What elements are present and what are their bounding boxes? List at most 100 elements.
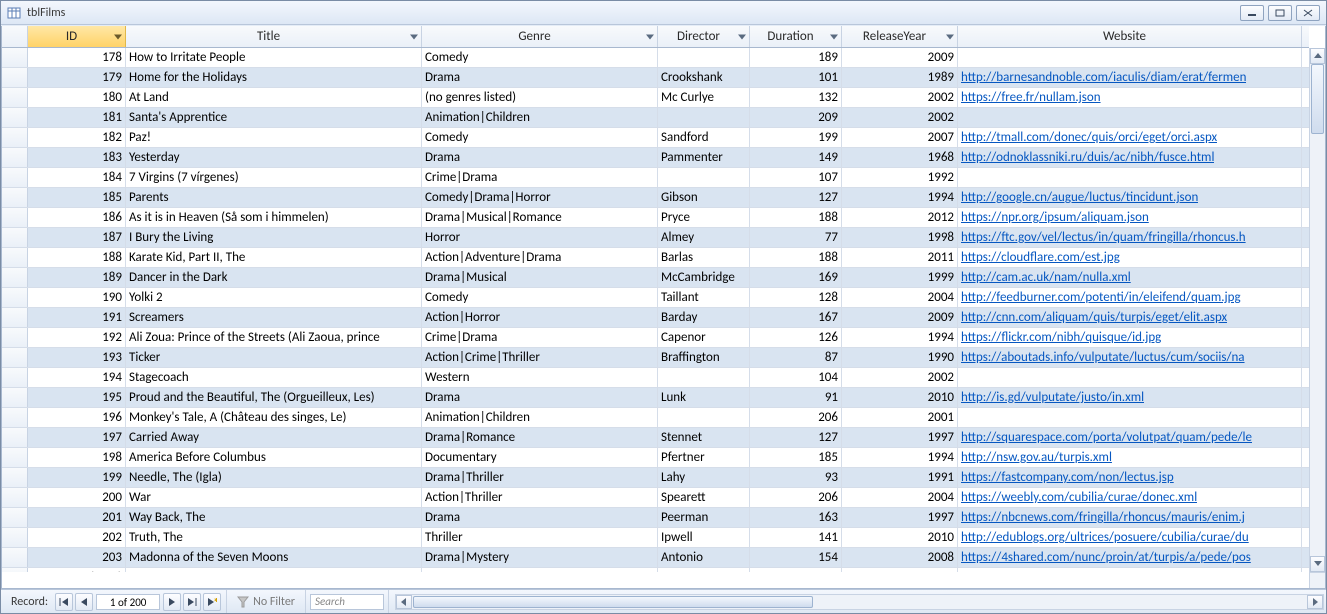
cell-director[interactable]: Spearett xyxy=(658,488,750,507)
cell-duration[interactable]: 167 xyxy=(750,308,842,327)
filter-toggle[interactable]: No Filter xyxy=(231,595,301,609)
website-link[interactable]: https://weebly.com/cubilia/curae/donec.x… xyxy=(961,490,1197,505)
cell-duration[interactable]: 188 xyxy=(750,208,842,227)
cell-director[interactable]: Barday xyxy=(658,308,750,327)
cell-director[interactable]: Capenor xyxy=(658,328,750,347)
website-link[interactable]: http://tmall.com/donec/quis/orci/eget/or… xyxy=(961,130,1217,145)
cell-website[interactable]: http://google.cn/augue/luctus/tincidunt.… xyxy=(958,188,1302,207)
column-header-releaseyear[interactable]: ReleaseYear xyxy=(842,26,958,47)
website-link[interactable]: http://cam.ac.uk/nam/nulla.xml xyxy=(961,270,1131,285)
cell-website[interactable]: https://fastcompany.com/non/lectus.jsp xyxy=(958,468,1302,487)
cell-website[interactable]: http://barnesandnoble.com/iaculis/diam/e… xyxy=(958,68,1302,87)
cell-title[interactable]: Dancer in the Dark xyxy=(126,268,422,287)
cell-director[interactable]: Sandford xyxy=(658,128,750,147)
cell-duration[interactable]: 185 xyxy=(750,448,842,467)
cell-genre[interactable]: Action|Horror xyxy=(422,308,658,327)
table-row[interactable]: 1847 Virgins (7 vírgenes)Crime|Drama1071… xyxy=(2,168,1309,188)
cell-genre[interactable]: Drama xyxy=(422,388,658,407)
cell-director[interactable]: Barlas xyxy=(658,248,750,267)
column-header-title[interactable]: Title xyxy=(126,26,422,47)
table-row[interactable]: 190Yolki 2ComedyTaillant1282004http://fe… xyxy=(2,288,1309,308)
cell-id[interactable]: (New) xyxy=(28,568,126,572)
column-header-website[interactable]: Website xyxy=(958,26,1302,47)
cell-title[interactable]: Paz! xyxy=(126,128,422,147)
row-selector[interactable] xyxy=(2,288,28,307)
cell-director[interactable] xyxy=(658,368,750,387)
row-selector[interactable] xyxy=(2,208,28,227)
cell-duration[interactable]: 101 xyxy=(750,68,842,87)
cell-director[interactable]: Pammenter xyxy=(658,148,750,167)
cell-director[interactable]: Lahy xyxy=(658,468,750,487)
cell-duration[interactable]: 206 xyxy=(750,488,842,507)
cell-director[interactable]: Lunk xyxy=(658,388,750,407)
cell-duration[interactable]: 77 xyxy=(750,228,842,247)
row-selector[interactable] xyxy=(2,468,28,487)
horizontal-scrollbar[interactable] xyxy=(395,594,1324,610)
website-link[interactable]: https://flickr.com/nibh/quisque/id.jpg xyxy=(961,330,1161,345)
cell-id[interactable]: 181 xyxy=(28,108,126,127)
row-selector[interactable] xyxy=(2,328,28,347)
row-selector[interactable] xyxy=(2,548,28,567)
cell-releaseyear[interactable]: 1999 xyxy=(842,268,958,287)
row-selector[interactable] xyxy=(2,388,28,407)
cell-website[interactable] xyxy=(958,108,1302,127)
row-selector[interactable] xyxy=(2,448,28,467)
website-link[interactable]: http://google.cn/augue/luctus/tincidunt.… xyxy=(961,190,1198,205)
cell-duration[interactable]: 126 xyxy=(750,328,842,347)
cell-director[interactable]: Gibson xyxy=(658,188,750,207)
website-link[interactable]: http://odnoklassniki.ru/duis/ac/nibh/fus… xyxy=(961,150,1214,165)
table-row[interactable]: 199Needle, The (Igla)Drama|ThrillerLahy9… xyxy=(2,468,1309,488)
cell-releaseyear[interactable]: 1997 xyxy=(842,508,958,527)
row-selector[interactable] xyxy=(2,148,28,167)
cell-genre[interactable]: Horror xyxy=(422,228,658,247)
cell-website[interactable]: https://nbcnews.com/fringilla/rhoncus/ma… xyxy=(958,508,1302,527)
table-row[interactable]: 203Madonna of the Seven MoonsDrama|Myste… xyxy=(2,548,1309,568)
cell-id[interactable]: 185 xyxy=(28,188,126,207)
row-selector[interactable] xyxy=(2,68,28,87)
cell-website[interactable]: http://cam.ac.uk/nam/nulla.xml xyxy=(958,268,1302,287)
column-header-id[interactable]: ID xyxy=(28,26,126,47)
cell-director[interactable]: Pryce xyxy=(658,208,750,227)
website-link[interactable]: http://barnesandnoble.com/iaculis/diam/e… xyxy=(961,70,1246,85)
cell-duration[interactable]: 206 xyxy=(750,408,842,427)
table-row[interactable]: 179Home for the HolidaysDramaCrookshank1… xyxy=(2,68,1309,88)
cell-duration[interactable]: 87 xyxy=(750,348,842,367)
cell-title[interactable]: Stagecoach xyxy=(126,368,422,387)
table-row[interactable]: 196Monkey's Tale, A (Château des singes,… xyxy=(2,408,1309,428)
cell-id[interactable]: 182 xyxy=(28,128,126,147)
cell-title[interactable]: As it is in Heaven (Så som i himmelen) xyxy=(126,208,422,227)
website-link[interactable]: https://aboutads.info/vulputate/luctus/c… xyxy=(961,350,1245,365)
cell-genre[interactable]: Crime|Drama xyxy=(422,328,658,347)
scroll-down-button[interactable] xyxy=(1310,556,1325,572)
cell-website[interactable]: http://squarespace.com/porta/volutpat/qu… xyxy=(958,428,1302,447)
cell-releaseyear[interactable]: 2002 xyxy=(842,88,958,107)
row-selector[interactable] xyxy=(2,308,28,327)
cell-title[interactable]: Proud and the Beautiful, The (Orgueilleu… xyxy=(126,388,422,407)
new-record-row[interactable]: ✱(New) xyxy=(2,568,1309,572)
cell-website[interactable]: https://4shared.com/nunc/proin/at/turpis… xyxy=(958,548,1302,567)
row-selector[interactable] xyxy=(2,228,28,247)
cell-duration[interactable]: 132 xyxy=(750,88,842,107)
cell-genre[interactable]: Documentary xyxy=(422,448,658,467)
column-header-director[interactable]: Director xyxy=(658,26,750,47)
cell-duration[interactable]: 149 xyxy=(750,148,842,167)
cell-releaseyear[interactable]: 2007 xyxy=(842,128,958,147)
cell-id[interactable]: 188 xyxy=(28,248,126,267)
cell-releaseyear[interactable]: 2009 xyxy=(842,48,958,67)
cell-id[interactable]: 201 xyxy=(28,508,126,527)
website-link[interactable]: https://fastcompany.com/non/lectus.jsp xyxy=(961,470,1174,485)
cell-id[interactable]: 178 xyxy=(28,48,126,67)
table-row[interactable]: 195Proud and the Beautiful, The (Orgueil… xyxy=(2,388,1309,408)
cell-releaseyear[interactable]: 2004 xyxy=(842,488,958,507)
cell-genre[interactable]: Comedy|Drama|Horror xyxy=(422,188,658,207)
cell-director[interactable]: Pfertner xyxy=(658,448,750,467)
cell-genre[interactable]: Western xyxy=(422,368,658,387)
cell-releaseyear[interactable]: 2010 xyxy=(842,388,958,407)
website-link[interactable]: http://nsw.gov.au/turpis.xml xyxy=(961,450,1112,465)
cell-id[interactable]: 180 xyxy=(28,88,126,107)
record-position-input[interactable]: 1 of 200 xyxy=(96,594,160,610)
cell-releaseyear[interactable]: 2009 xyxy=(842,308,958,327)
row-selector[interactable] xyxy=(2,488,28,507)
column-header-genre[interactable]: Genre xyxy=(422,26,658,47)
scroll-left-button[interactable] xyxy=(396,595,412,609)
